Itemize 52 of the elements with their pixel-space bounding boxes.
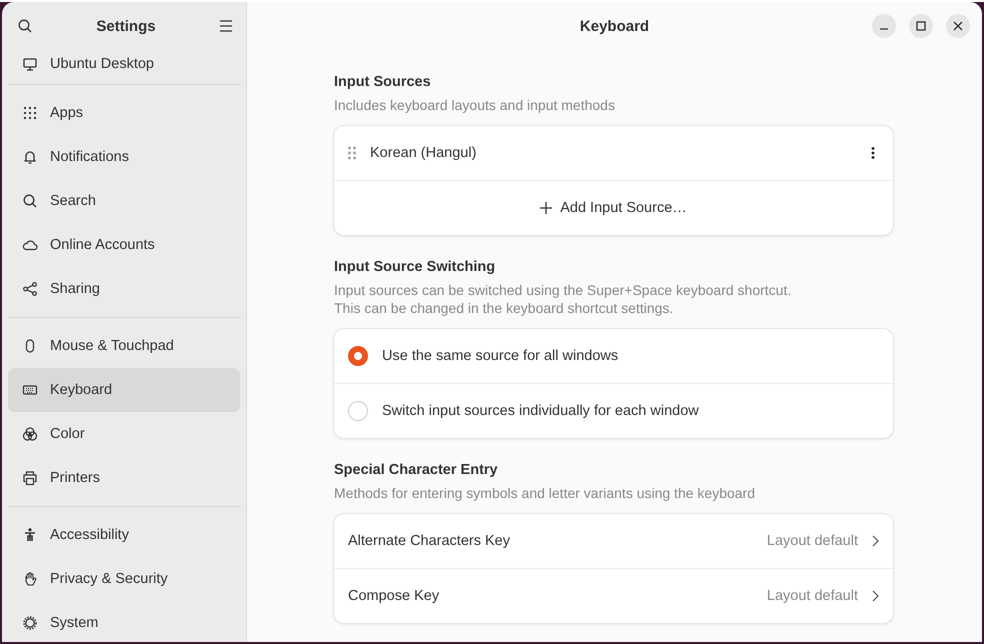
bell-icon [22, 149, 38, 165]
section-description: Includes keyboard layouts and input methods [334, 96, 616, 114]
sidebar-item[interactable]: Accessibility [8, 513, 240, 557]
section-heading: Input Source Switching [334, 259, 496, 275]
settings-row[interactable]: Alternate Characters Key Layout default [334, 514, 893, 568]
section-heading: Special Character Entry [334, 462, 499, 478]
sidebar-item[interactable]: Ubuntu Desktop [8, 50, 240, 78]
kebab-icon [871, 146, 875, 160]
maximize-icon [916, 21, 926, 31]
sidebar-item[interactable]: Sharing [8, 267, 240, 311]
plus-icon [540, 202, 552, 214]
sidebar-item[interactable]: Search [8, 179, 240, 223]
input-source-name: Korean (Hangul) [370, 145, 478, 161]
section-description: Methods for entering symbols and letter variants using the keyboard [334, 484, 756, 502]
maximize-button[interactable] [909, 14, 933, 38]
sidebar-item[interactable]: System [8, 601, 240, 642]
sidebar-title: Settings [96, 18, 156, 34]
sidebar-item[interactable]: Notifications [8, 135, 240, 179]
add-input-source-button[interactable]: Add Input Source… [334, 180, 893, 235]
section-description: Input sources can be switched using the Super+Space keyboard shortcut. This can be changed in the keyboard shortcut settings. [334, 281, 792, 317]
grid-icon [22, 105, 38, 121]
menu-icon [219, 19, 233, 33]
share-icon [22, 281, 38, 297]
close-icon [953, 21, 963, 31]
radio-option[interactable]: Switch input sources individually for each window [334, 383, 893, 438]
menu-button[interactable] [219, 19, 233, 33]
sidebar-item[interactable]: Apps [8, 91, 240, 135]
drag-handle-icon[interactable] [348, 146, 356, 160]
radio-button[interactable] [348, 346, 368, 366]
search-button[interactable] [17, 18, 33, 34]
chevron-icon [872, 590, 879, 602]
color-circles-icon [22, 426, 38, 442]
sidebar-item[interactable]: Color [8, 412, 240, 456]
printer-icon [22, 470, 38, 486]
search-icon [22, 193, 38, 209]
person-icon [22, 527, 38, 543]
sidebar-item[interactable]: Mouse & Touchpad [8, 324, 240, 368]
sidebar-item[interactable]: Privacy & Security [8, 557, 240, 601]
minimize-icon [880, 28, 888, 30]
close-button[interactable] [946, 14, 970, 38]
section-heading: Input Sources [334, 74, 432, 90]
gear-icon [22, 615, 38, 631]
search-icon [17, 18, 33, 34]
sidebar-item[interactable]: Printers [8, 456, 240, 500]
monitor-icon [22, 56, 38, 72]
sidebar-item[interactable]: Keyboard [8, 368, 240, 412]
chevron-icon [872, 535, 879, 547]
radio-button[interactable] [348, 401, 368, 421]
radio-option[interactable]: Use the same source for all windows [334, 329, 893, 383]
settings-row[interactable]: Compose Key Layout default [334, 568, 893, 623]
sidebar-item[interactable]: Online Accounts [8, 223, 240, 267]
window-title: Keyboard [580, 18, 650, 34]
